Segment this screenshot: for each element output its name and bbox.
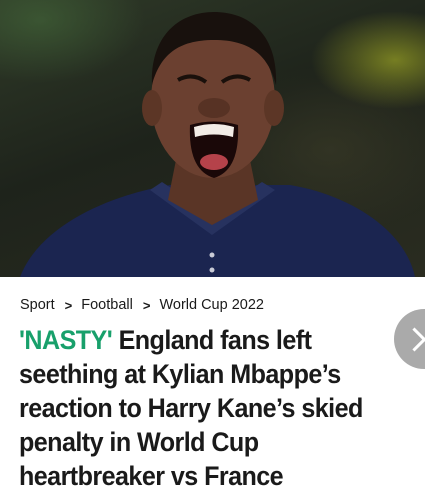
chevron-right-icon: >	[142, 297, 151, 313]
article-header: Sport > Football > World Cup 2022 'NASTY…	[0, 277, 425, 500]
article-page: Sport > Football > World Cup 2022 'NASTY…	[0, 0, 425, 500]
breadcrumb-football[interactable]: Football	[81, 297, 133, 313]
headline-kicker: 'NASTY'	[19, 325, 113, 355]
player-photo-illustration	[20, 12, 415, 277]
breadcrumb-sport[interactable]: Sport	[20, 297, 55, 313]
article-headline: 'NASTY' England fans left seething at Ky…	[19, 323, 365, 493]
breadcrumb-world-cup-2022[interactable]: World Cup 2022	[159, 297, 264, 313]
breadcrumb: Sport > Football > World Cup 2022	[20, 297, 264, 313]
chevron-right-icon	[402, 326, 425, 352]
chevron-right-icon: >	[64, 297, 73, 313]
hero-image[interactable]	[0, 0, 425, 277]
